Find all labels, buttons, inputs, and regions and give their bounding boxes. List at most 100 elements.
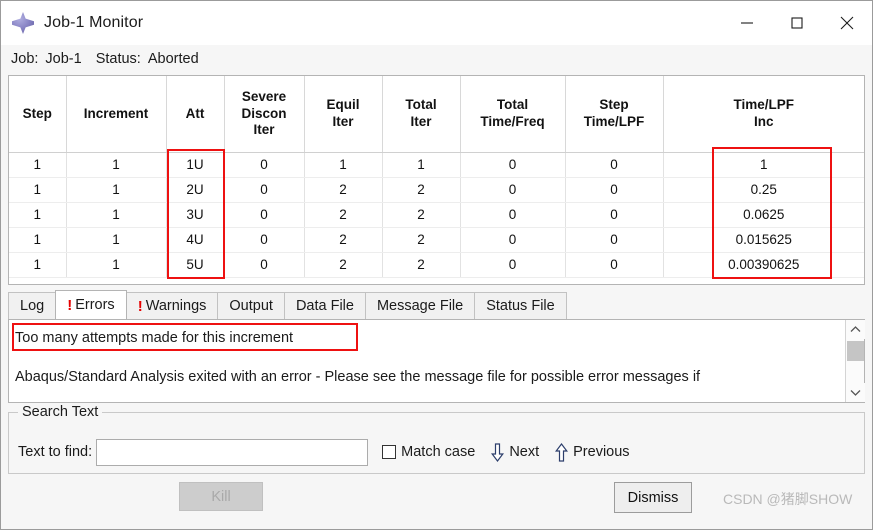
tab-label: Data File [295, 298, 354, 314]
search-input[interactable] [96, 438, 369, 466]
scroll-up-button[interactable] [845, 320, 865, 339]
match-case-checkbox[interactable] [382, 445, 397, 459]
tab-errors[interactable]: ! Errors [55, 290, 127, 319]
tab-label: Log [20, 298, 45, 314]
next-button[interactable]: Next [491, 442, 540, 462]
table-cell: 1U [166, 152, 225, 178]
job-value: Job-1 [45, 50, 82, 67]
table-cell: 1 [9, 227, 67, 253]
minimize-icon [741, 22, 753, 24]
table-header-cell[interactable]: Total Time/Freq [460, 76, 566, 153]
tab-warnings[interactable]: ! Warnings [125, 292, 219, 319]
text-to-find-label: Text to find: [18, 444, 93, 460]
watermark: CSDN @猪脚SHOW [723, 491, 853, 507]
next-label: Next [509, 444, 540, 460]
maximize-icon [791, 17, 803, 29]
tab-output[interactable]: Output [217, 292, 285, 319]
minimize-button[interactable] [722, 1, 772, 45]
table-body: 1 1 1U 0 1 1 0 0 1 1 1 2U 0 2 2 0 0 0.25 1 1 3U 0 2 2 0 0 0.0625 1 1… [9, 152, 864, 278]
kill-button[interactable]: Kill [179, 482, 263, 511]
table-cell: 3U [166, 202, 225, 228]
table-cell: 0.0625 [663, 202, 864, 228]
table-cell: 2 [304, 227, 383, 253]
tab-message-file[interactable]: Message File [364, 292, 476, 319]
table-cell: 0 [565, 152, 664, 178]
job-status-line: Job: Job-1 Status: Aborted [1, 45, 872, 72]
scroll-down-button[interactable] [845, 383, 865, 402]
increment-table: Step Increment Att Severe Discon Iter Equil Ite… [9, 76, 864, 278]
table-cell: 0 [460, 227, 566, 253]
table-header-cell[interactable]: Total Iter [382, 76, 461, 153]
output-tab-bar[interactable]: Log! Errors! Warnings Output Data File Messag… [8, 290, 865, 320]
table-cell: 2 [304, 202, 383, 228]
warning-exclamation-icon: ! [67, 296, 73, 314]
table-cell: 0 [565, 177, 664, 203]
table-header-cell[interactable]: Equil Iter [304, 76, 383, 153]
table-cell: 0 [224, 177, 305, 203]
table-cell: 2 [382, 227, 461, 253]
table-cell: 0 [460, 177, 566, 203]
table-cell: 1 [66, 177, 167, 203]
table-header-cell[interactable]: Time/LPF Inc [663, 76, 864, 153]
table-cell: 1 [9, 152, 67, 178]
table-row[interactable]: 1 1 3U 0 2 2 0 0 0.0625 [9, 202, 864, 228]
table-cell: 0.00390625 [663, 252, 864, 278]
errors-text-panel[interactable]: Too many attempts made for this incremen… [8, 320, 865, 403]
errors-scrollbar[interactable] [845, 320, 865, 402]
table-cell: 1 [382, 152, 461, 178]
maximize-button[interactable] [772, 1, 822, 45]
search-text-group: Search Text Text to find: Match case Nex… [8, 404, 865, 474]
job-label: Job: [11, 50, 39, 67]
table-cell: 2 [382, 202, 461, 228]
table-header-cell[interactable]: Att [166, 76, 225, 153]
table-cell: 2U [166, 177, 225, 203]
increment-table-container[interactable]: Step Increment Att Severe Discon Iter Equil Ite… [8, 75, 865, 285]
table-header-row: Step Increment Att Severe Discon Iter Equil Ite… [9, 76, 864, 153]
table-cell: 1 [9, 177, 67, 203]
table-cell: 0 [224, 202, 305, 228]
tab-status-file[interactable]: Status File [474, 292, 567, 319]
table-header-cell[interactable]: Step [9, 76, 67, 153]
tab-log[interactable]: Log [8, 292, 57, 319]
error-line-2: Abaqus/Standard Analysis exited with an … [15, 369, 701, 385]
table-cell: 0 [460, 202, 566, 228]
table-cell: 1 [66, 152, 167, 178]
table-cell: 1 [9, 252, 67, 278]
table-header-cell[interactable]: Severe Discon Iter [224, 76, 305, 153]
match-case-label: Match case [401, 444, 476, 460]
table-cell: 1 [66, 202, 167, 228]
table-cell: 0.015625 [663, 227, 864, 253]
close-icon [840, 16, 854, 30]
table-row[interactable]: 1 1 5U 0 2 2 0 0 0.00390625 [9, 252, 864, 278]
tab-data-file[interactable]: Data File [283, 292, 366, 319]
status-value: Aborted [147, 50, 199, 67]
dismiss-button[interactable]: Dismiss [614, 482, 692, 513]
table-cell: 2 [382, 252, 461, 278]
scrollbar-thumb[interactable] [846, 341, 864, 361]
table-cell: 0 [565, 202, 664, 228]
job-monitor-window: Job-1 Monitor Job: Job-1 Status: Aborted… [0, 0, 873, 530]
error-line-1: Too many attempts made for this incremen… [15, 330, 294, 346]
errors-text-content: Too many attempts made for this incremen… [9, 320, 845, 402]
chevron-down-icon [850, 390, 860, 396]
table-header-cell[interactable]: Increment [66, 76, 167, 153]
title-bar: Job-1 Monitor [1, 1, 872, 45]
close-button[interactable] [822, 1, 872, 45]
table-cell: 2 [304, 252, 383, 278]
table-row[interactable]: 1 1 4U 0 2 2 0 0 0.015625 [9, 227, 864, 253]
match-case-option[interactable]: Match case [382, 444, 475, 460]
window-controls [722, 1, 872, 45]
status-label: Status: [95, 50, 141, 67]
tab-label: Errors [75, 297, 115, 313]
tab-label: Output [229, 298, 273, 314]
table-cell: 1 [66, 252, 167, 278]
previous-button[interactable]: Previous [555, 442, 630, 462]
table-cell: 0 [565, 252, 664, 278]
table-header-cell[interactable]: Step Time/LPF [565, 76, 664, 153]
window-title: Job-1 Monitor [44, 14, 144, 31]
table-cell: 2 [382, 177, 461, 203]
table-row[interactable]: 1 1 2U 0 2 2 0 0 0.25 [9, 177, 864, 203]
table-cell: 0.25 [663, 177, 864, 203]
arrow-up-icon [555, 442, 569, 462]
table-row[interactable]: 1 1 1U 0 1 1 0 0 1 [9, 152, 864, 178]
